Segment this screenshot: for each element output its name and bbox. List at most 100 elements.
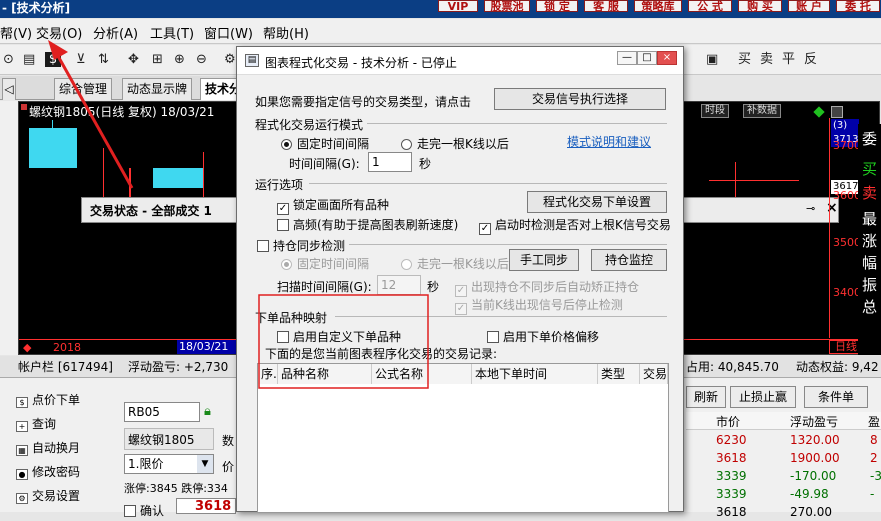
menu-trade[interactable]: 交易(O) [36, 23, 82, 42]
col-order-time[interactable]: 本地下单时间 [472, 364, 598, 384]
nav-query[interactable]: + 查询 [16, 415, 56, 432]
menu-help-v[interactable]: 帮(V) [0, 23, 32, 42]
zoom-in-icon[interactable]: ⊕ [174, 52, 185, 67]
toolbar-reverse[interactable]: 反 [804, 52, 817, 67]
filter-icon[interactable]: ⊻ [76, 52, 86, 67]
password-icon: ● [16, 469, 28, 480]
strategy-button[interactable]: 策略库 [634, 0, 682, 12]
tab-dynamic-board[interactable]: 动态显示牌 [122, 78, 193, 100]
mode-kline-radio[interactable]: 走完一根K线以后 [401, 135, 509, 152]
position-cell-price: 3618 [716, 451, 747, 465]
position-monitor-button[interactable]: 持仓监控 [591, 249, 667, 271]
table-row[interactable]: 3618 270.00 [712, 503, 881, 521]
mapping-section-title: 下单品种映射 [255, 311, 328, 325]
manual-sync-button[interactable]: 手工同步 [509, 249, 579, 271]
lock-button[interactable]: 锁 定 [536, 0, 578, 12]
toolbar-buy[interactable]: 买 [738, 52, 751, 67]
play-icon[interactable]: ⊙ [3, 52, 14, 67]
stock-pool-button[interactable]: 股票池 [484, 0, 530, 12]
mode-help-link[interactable]: 模式说明和建议 [567, 133, 651, 150]
price-offset-checkbox[interactable]: 启用下单价格偏移 [487, 328, 599, 345]
contract-code-input[interactable]: RB05 [124, 402, 200, 422]
dialog-titlebar[interactable]: ▤ 图表程式化交易 - 技术分析 - 已停止 — □ × [237, 47, 683, 75]
toolbar-sell[interactable]: 卖 [760, 52, 773, 67]
position-cell-extra: 8 [870, 433, 878, 447]
auto-fix-checkbox[interactable]: ✓ 出现持仓不同步后自动矫正持仓 [455, 278, 639, 297]
chart-symbol-label: 螺纹钢1805(日线 复权) 18/03/21 [29, 105, 215, 119]
sync-kline-radio[interactable]: 走完一根K线以后 [401, 255, 509, 272]
check-kline-label: 启动时检测是否对上根K信号交易 [495, 218, 671, 232]
refresh-button[interactable]: 刷新 [686, 386, 726, 408]
maximize-icon[interactable]: □ [637, 51, 657, 65]
time-segment-button[interactable]: 时段 [701, 104, 729, 118]
high-freq-checkbox[interactable]: 高频(有助于提高图表刷新速度) [277, 216, 458, 233]
nav-change-password[interactable]: ● 修改密码 [16, 463, 80, 480]
confirm-checkbox[interactable]: 确认 [124, 502, 164, 519]
trade-log-table[interactable]: 序. 品种名称 公式名称 本地下单时间 类型 交易 [257, 363, 669, 513]
dialog-title: 图表程式化交易 - 技术分析 - 已停止 [265, 56, 457, 70]
nav-quick-order[interactable]: $ 点价下单 [16, 391, 80, 408]
status-diamond-icon [813, 106, 825, 118]
formula-button[interactable]: 公 式 [688, 0, 732, 12]
order-button[interactable]: 委 托 [836, 0, 880, 12]
service-button[interactable]: 客 服 [584, 0, 628, 12]
col-type[interactable]: 类型 [598, 364, 640, 384]
document-icon[interactable]: ▤ [23, 52, 35, 67]
vip-button[interactable]: VIP [438, 0, 478, 12]
chevron-down-icon[interactable]: ▼ [197, 455, 213, 473]
col-index[interactable]: 序. [258, 364, 278, 384]
menu-help[interactable]: 帮助(H) [263, 23, 309, 42]
nav-trade-settings[interactable]: ⚙ 交易设置 [16, 487, 80, 504]
table-row[interactable]: 3339 -170.00 -3 [712, 467, 881, 485]
minimize-icon[interactable]: — [617, 51, 637, 65]
check-kline-checkbox[interactable]: ✓ 启动时检测是否对上根K信号交易 [479, 216, 671, 235]
tab-scroll-left-icon[interactable]: ◁ [2, 78, 16, 100]
zoom-out-icon[interactable]: ⊖ [196, 52, 207, 67]
mode-fixed-radio[interactable]: 固定时间间隔 [281, 135, 369, 152]
scan-interval-input[interactable]: 12 [377, 275, 421, 295]
save-icon[interactable]: ▣ [706, 52, 718, 67]
pin-icon[interactable]: ⊸ [806, 202, 815, 215]
col-product[interactable]: 品种名称 [278, 364, 372, 384]
col-trade[interactable]: 交易 [640, 364, 668, 384]
table-row[interactable]: 3618 1900.00 2 [712, 449, 881, 467]
stop-loss-button[interactable]: 止损止赢 [730, 386, 796, 408]
interval-input[interactable]: 1 [368, 152, 412, 172]
col-formula[interactable]: 公式名称 [372, 364, 472, 384]
sync-fixed-radio[interactable]: 固定时间间隔 [281, 255, 369, 272]
toolbar-close[interactable]: 平 [782, 52, 795, 67]
fill-data-button[interactable]: 补数据 [743, 104, 781, 118]
menu-analysis[interactable]: 分析(A) [93, 23, 138, 42]
stop-detect-checkbox[interactable]: ✓ 当前K线出现信号后停止检测 [455, 296, 623, 315]
conditional-order-button[interactable]: 条件单 [804, 386, 868, 408]
menu-tools[interactable]: 工具(T) [150, 23, 194, 42]
custom-product-checkbox[interactable]: 启用自定义下单品种 [277, 328, 401, 345]
gear-icon[interactable]: ⚙ [224, 52, 236, 67]
dialog-close-icon[interactable]: × [657, 51, 677, 65]
nav-query-label: 查询 [32, 417, 57, 431]
move-icon[interactable]: ✥ [128, 52, 139, 67]
axis-price-2: 3600 [833, 189, 861, 202]
axis-price-4: 3400 [833, 286, 861, 299]
tab-overview[interactable]: 综合管理 [54, 78, 113, 100]
close-icon[interactable]: × [826, 200, 838, 216]
menu-window[interactable]: 窗口(W) [204, 23, 253, 42]
account-button[interactable]: 账 户 [788, 0, 830, 12]
order-type-select[interactable]: 1.限价 ▼ [124, 454, 214, 474]
lock-products-checkbox[interactable]: ✓ 锁定画面所有品种 [277, 196, 389, 215]
program-trading-dialog[interactable]: ▤ 图表程式化交易 - 技术分析 - 已停止 — □ × 如果您需要指定信号的交… [236, 46, 684, 513]
pan-icon[interactable]: ⊞ [152, 52, 163, 67]
position-cell-pnl: 1900.00 [790, 451, 840, 465]
toggle-box-icon[interactable] [831, 106, 843, 118]
signal-select-button[interactable]: 交易信号执行选择 [494, 88, 666, 110]
sync-fixed-label: 固定时间间隔 [297, 257, 370, 271]
lock-icon[interactable]: 🔒︎ [204, 404, 218, 420]
nav-auto-rollover[interactable]: ▦ 自动换月 [16, 439, 80, 456]
table-row[interactable]: 6230 1320.00 8 [712, 431, 881, 449]
table-row[interactable]: 3339 -49.98 - [712, 485, 881, 503]
order-settings-button[interactable]: 程式化交易下单设置 [527, 191, 667, 213]
dollar-icon[interactable]: $ [45, 52, 61, 67]
swap-icon[interactable]: ⇅ [98, 52, 109, 67]
buy-button[interactable]: 购 买 [738, 0, 782, 12]
sync-checkbox[interactable]: 持仓同步检测 [257, 237, 345, 254]
